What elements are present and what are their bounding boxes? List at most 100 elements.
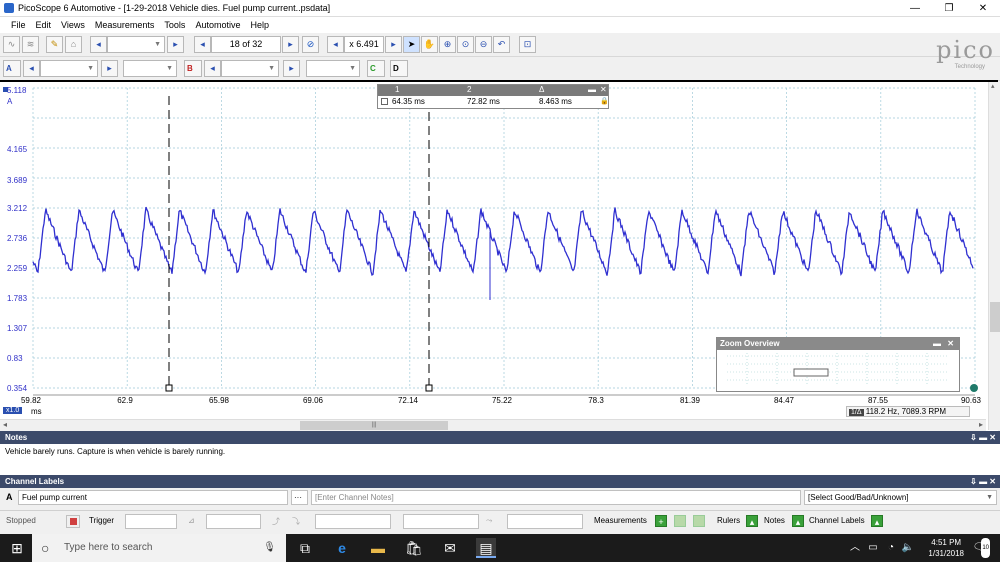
close-button[interactable]: ✕	[966, 0, 1000, 17]
task-view-icon[interactable]: ⧉	[295, 538, 315, 558]
timebase-select[interactable]: ▼	[107, 36, 165, 53]
trigger-level-field[interactable]	[315, 514, 391, 529]
ruler-2-handle[interactable]	[425, 384, 433, 392]
zoom-overview-panel[interactable]: Zoom Overview ▬ ✕	[716, 337, 960, 392]
trigger-type-icon[interactable]: ⊿	[188, 516, 195, 525]
restore-button[interactable]: ❐	[932, 0, 966, 17]
vertical-scrollbar[interactable]: ▴	[988, 82, 1000, 430]
stop-button[interactable]	[66, 515, 80, 528]
channel-b-range-prev[interactable]: ◂	[204, 60, 221, 77]
ruler-table-close-icon[interactable]: ✕	[600, 85, 607, 94]
menu-views[interactable]: Views	[61, 20, 85, 30]
taskbar-clock[interactable]: 4:51 PM 1/31/2018	[928, 537, 964, 559]
scrollbar-thumb[interactable]: |||	[300, 421, 448, 430]
menu-file[interactable]: File	[11, 20, 26, 30]
ruler-table-minimize-icon[interactable]: ▬	[588, 85, 596, 94]
notes-text-area[interactable]: Vehicle barely runs. Capture is when veh…	[0, 444, 1000, 476]
channel-notes-input[interactable]: [Enter Channel Notes]	[311, 490, 801, 505]
falling-edge-icon[interactable]: ⤵	[292, 516, 300, 527]
channel-a-button[interactable]: A	[3, 60, 21, 77]
taskbar-search-box[interactable]: ○ Type here to search 🎙	[32, 534, 286, 562]
ruler-lock-icon[interactable]: 🔒	[600, 97, 609, 105]
add-measurement-button[interactable]: +	[655, 515, 667, 527]
zoom-in-icon[interactable]: ⊕	[439, 36, 456, 53]
zoom-next-button[interactable]: ▸	[385, 36, 402, 53]
channel-d-button[interactable]: D	[390, 60, 408, 77]
volume-icon[interactable]: 🔈	[898, 538, 918, 558]
hand-tool-icon[interactable]: ✋	[421, 36, 438, 53]
network-icon[interactable]: ▭	[863, 538, 883, 558]
ruler-table[interactable]: 1 2 Δ ▬ ✕ 64.35 ms 72.82 ms 8.463 ms 🔒	[377, 84, 609, 109]
buffer-prev-button[interactable]: ◂	[194, 36, 211, 53]
horizontal-scrollbar[interactable]: ◂ ||| ▸	[0, 419, 986, 431]
trigger-mode-select[interactable]	[125, 514, 177, 529]
zoom-to-fit-icon[interactable]: ⊡	[519, 36, 536, 53]
menu-measurements[interactable]: Measurements	[95, 20, 155, 30]
scroll-left-icon[interactable]: ◂	[3, 420, 7, 429]
scope-mode-icon[interactable]: ∿	[3, 36, 20, 53]
scroll-right-icon[interactable]: ▸	[979, 420, 983, 429]
persistence-mode-icon[interactable]: ≋	[22, 36, 39, 53]
channel-name-options-button[interactable]: ···	[291, 490, 308, 505]
ruler-1-handle[interactable]	[165, 384, 173, 392]
windows-start-icon[interactable]: ⊞	[7, 538, 27, 558]
zoom-overview-thumbnail[interactable]	[717, 350, 959, 391]
channel-b-range-next[interactable]: ▸	[283, 60, 300, 77]
timebase-next-button[interactable]: ▸	[167, 36, 184, 53]
trigger-source-select[interactable]	[206, 514, 261, 529]
minimize-button[interactable]: —	[898, 0, 932, 17]
channel-labels-panel-controls[interactable]: ⇩ ▬ ✕	[970, 475, 996, 488]
channel-c-button[interactable]: C	[367, 60, 385, 77]
channel-b-button[interactable]: B	[184, 60, 202, 77]
scroll-up-icon[interactable]: ▴	[991, 82, 995, 90]
timebase-prev-button[interactable]: ◂	[90, 36, 107, 53]
action-center-icon[interactable]: 🗨 10	[969, 538, 990, 558]
buffer-next-button[interactable]: ▸	[282, 36, 299, 53]
zoom-factor-field[interactable]: x 6.491	[344, 36, 384, 53]
probe-icon[interactable]: ✎	[46, 36, 63, 53]
rising-edge-icon[interactable]: ⤴	[272, 516, 280, 527]
picoscope-taskbar-icon[interactable]: ▤	[476, 538, 496, 558]
undo-zoom-icon[interactable]: ↶	[493, 36, 510, 53]
pre-trigger-icon[interactable]: ⤳	[486, 516, 492, 526]
channel-a-range-next[interactable]: ▸	[101, 60, 118, 77]
zoom-out-icon[interactable]: ⊖	[475, 36, 492, 53]
zoom-overview-close-icon[interactable]: ✕	[947, 338, 954, 350]
trigger-delay-field[interactable]	[507, 514, 583, 529]
buffer-navigator-icon[interactable]: ⊘	[302, 36, 319, 53]
channel-b-range-select[interactable]: ▼	[221, 60, 279, 77]
edit-measurement-button[interactable]	[674, 515, 686, 527]
menu-help[interactable]: Help	[250, 20, 269, 30]
x-scale-badge[interactable]: x1.0	[3, 407, 23, 414]
rulers-button[interactable]: ▴	[746, 515, 758, 527]
zoom-overview-viewport[interactable]	[793, 368, 829, 377]
show-hidden-icons[interactable]: ︿	[845, 538, 865, 558]
mail-icon[interactable]: ✉	[440, 538, 460, 558]
zoom-prev-button[interactable]: ◂	[327, 36, 344, 53]
menu-edit[interactable]: Edit	[36, 20, 52, 30]
store-icon[interactable]: 🛍	[404, 538, 424, 558]
channel-a-coupling-select[interactable]: ▼	[123, 60, 177, 77]
delete-measurement-button[interactable]	[693, 515, 705, 527]
zoom-area-icon[interactable]: ⊙	[457, 36, 474, 53]
channel-a-range-prev[interactable]: ◂	[23, 60, 40, 77]
channel-a-range-select[interactable]: ▼	[40, 60, 98, 77]
channel-name-input[interactable]: Fuel pump current	[18, 490, 288, 505]
microphone-icon[interactable]: 🎙	[263, 534, 276, 562]
home-icon[interactable]: ⌂	[65, 36, 82, 53]
menu-tools[interactable]: Tools	[164, 20, 185, 30]
notes-panel-controls[interactable]: ⇩ ▬ ✕	[970, 431, 996, 444]
file-explorer-icon[interactable]: ▬	[368, 538, 388, 558]
menu-automotive[interactable]: Automotive	[195, 20, 240, 30]
edge-browser-icon[interactable]: e	[332, 538, 352, 558]
select-cursor-icon[interactable]: ➤	[403, 36, 420, 53]
channel-b-coupling-select[interactable]: ▼	[306, 60, 360, 77]
channel-rating-select[interactable]: [Select Good/Bad/Unknown] ▼	[804, 490, 997, 505]
vertical-scrollbar-thumb[interactable]	[990, 302, 1000, 332]
zoom-overview-minimize-icon[interactable]: ▬	[933, 338, 941, 350]
trigger-position-field[interactable]	[403, 514, 479, 529]
channel-labels-button[interactable]: ▴	[871, 515, 883, 527]
buffer-index-field[interactable]: 18 of 32	[211, 36, 281, 53]
zero-marker-icon[interactable]	[970, 384, 978, 392]
notes-button[interactable]: ▴	[792, 515, 804, 527]
